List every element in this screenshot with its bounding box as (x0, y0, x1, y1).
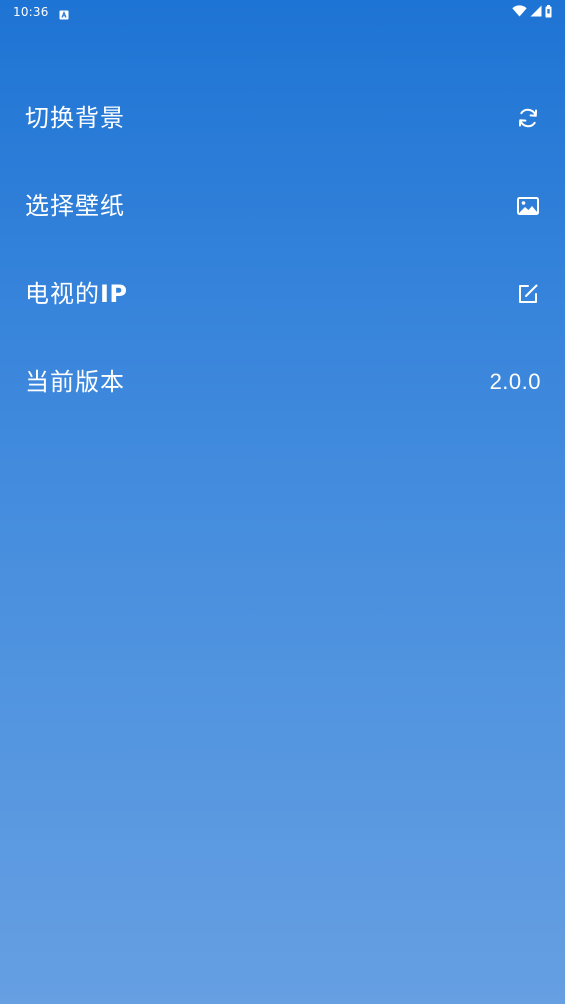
switch-background-label: 切换背景 (25, 104, 125, 132)
wifi-icon (512, 5, 527, 17)
keyboard-a-icon (59, 5, 69, 20)
image-icon[interactable] (515, 193, 541, 219)
tv-ip-label: 电视的IP (25, 279, 515, 309)
cell-signal-icon (530, 5, 542, 17)
switch-background-row[interactable]: 切换背景 (0, 74, 565, 162)
status-time: 10:36 (13, 5, 49, 19)
settings-list: 切换背景 选择壁纸 电视的IP 当前版本 2.0.0 (0, 74, 565, 426)
battery-icon (545, 4, 552, 18)
tv-ip-row[interactable]: 电视的IP (0, 250, 565, 338)
choose-wallpaper-row[interactable]: 选择壁纸 (0, 162, 565, 250)
current-version-label: 当前版本 (25, 368, 125, 396)
status-bar: 10:36 (0, 0, 565, 24)
tv-ip-label-suffix: IP (100, 280, 128, 308)
status-icons (512, 4, 552, 18)
edit-icon[interactable] (515, 281, 541, 307)
current-version-row: 当前版本 2.0.0 (0, 338, 565, 426)
choose-wallpaper-label: 选择壁纸 (25, 192, 125, 220)
current-version-value: 2.0.0 (489, 369, 541, 394)
tv-ip-label-prefix: 电视的 (25, 280, 100, 308)
refresh-icon[interactable] (515, 105, 541, 131)
